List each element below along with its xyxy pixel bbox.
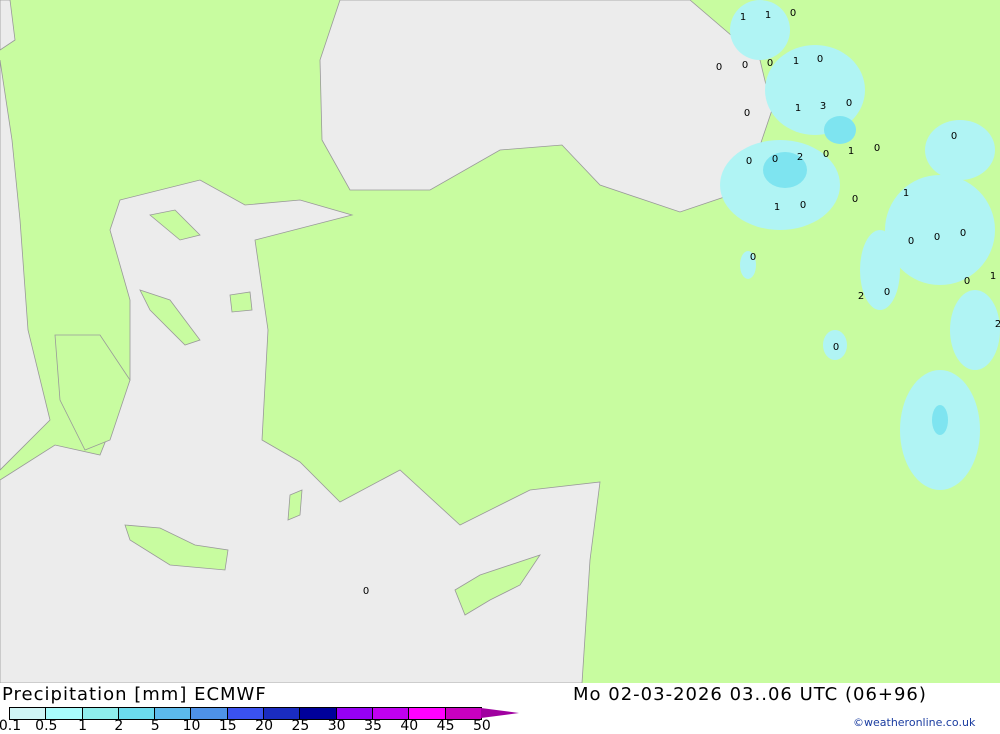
color-scale-tick: 35 <box>364 718 382 734</box>
precip-area <box>860 230 900 310</box>
color-scale-tick: 0.5 <box>35 718 58 734</box>
color-scale-arrow <box>481 708 519 718</box>
precip-value-label: 0 <box>823 149 829 160</box>
precip-area <box>932 405 948 435</box>
precip-value-label: 0 <box>852 194 858 205</box>
precip-area <box>950 290 1000 370</box>
color-scale-tick: 45 <box>436 718 455 734</box>
precip-value-label: 0 <box>846 98 852 109</box>
color-scale-tick: 30 <box>327 718 346 734</box>
color-scale-tick: 15 <box>218 718 237 734</box>
precip-value-label: 0 <box>363 586 369 597</box>
precip-value-label: 0 <box>800 200 806 211</box>
color-scale-tick: 40 <box>400 718 419 734</box>
precip-value-label: 0 <box>884 287 890 298</box>
color-scale-tick: 1 <box>78 718 88 734</box>
precip-value-label: 2 <box>995 319 1000 330</box>
precipitation-map: 1 1 0 0 0 0 1 0 0 1 3 0 0 0 0 2 0 1 0 1 0 0 1 0 0 0 0 0 1 2 0 2 0 0 <box>0 0 1000 683</box>
color-scale-tick: 5 <box>150 718 160 734</box>
precip-value-label: 0 <box>742 60 748 71</box>
precip-area <box>730 0 790 60</box>
precip-value-label: 0 <box>934 232 940 243</box>
precip-value-label: 0 <box>744 108 750 119</box>
precip-value-label: 0 <box>750 252 756 263</box>
legend-panel: Precipitation [mm] ECMWF Mo 02-03-2026 0… <box>0 683 1000 734</box>
precip-value-label: 0 <box>716 62 722 73</box>
precip-value-label: 1 <box>765 10 771 21</box>
map-title: Precipitation [mm] ECMWF <box>2 684 267 705</box>
precip-area <box>925 120 995 180</box>
precip-area <box>824 116 856 144</box>
color-scale-tick: 50 <box>472 718 491 734</box>
precip-value-label: 0 <box>951 131 957 142</box>
precip-value-label: 0 <box>908 236 914 247</box>
valid-time: Mo 02-03-2026 03..06 UTC (06+96) <box>573 684 927 705</box>
color-scale-tick: 25 <box>291 718 310 734</box>
precip-value-label: 1 <box>848 146 854 157</box>
precip-area <box>885 175 995 285</box>
precip-value-label: 1 <box>903 188 909 199</box>
precip-value-label: 1 <box>774 202 780 213</box>
precip-value-label: 0 <box>790 8 796 19</box>
precip-value-label: 0 <box>964 276 970 287</box>
precip-value-label: 0 <box>767 58 773 69</box>
precip-value-label: 1 <box>990 271 996 282</box>
precip-value-label: 2 <box>858 291 864 302</box>
precip-value-label: 0 <box>746 156 752 167</box>
precip-value-label: 1 <box>795 103 801 114</box>
precip-value-label: 0 <box>960 228 966 239</box>
color-scale-tick: 2 <box>114 718 124 734</box>
precip-value-label: 1 <box>793 56 799 67</box>
color-scale-tick: 10 <box>182 718 201 734</box>
credit-link[interactable]: ©weatheronline.co.uk <box>853 716 975 729</box>
precip-value-label: 3 <box>820 101 826 112</box>
precip-value-label: 0 <box>772 154 778 165</box>
color-scale-tick: 20 <box>255 718 274 734</box>
precip-value-label: 1 <box>740 12 746 23</box>
precip-value-label: 0 <box>817 54 823 65</box>
precip-value-label: 2 <box>797 152 803 163</box>
precip-value-label: 0 <box>874 143 880 154</box>
color-scale-tick: 0.1 <box>0 718 22 734</box>
lesbos <box>229 291 253 313</box>
precip-value-label: 0 <box>833 342 839 353</box>
